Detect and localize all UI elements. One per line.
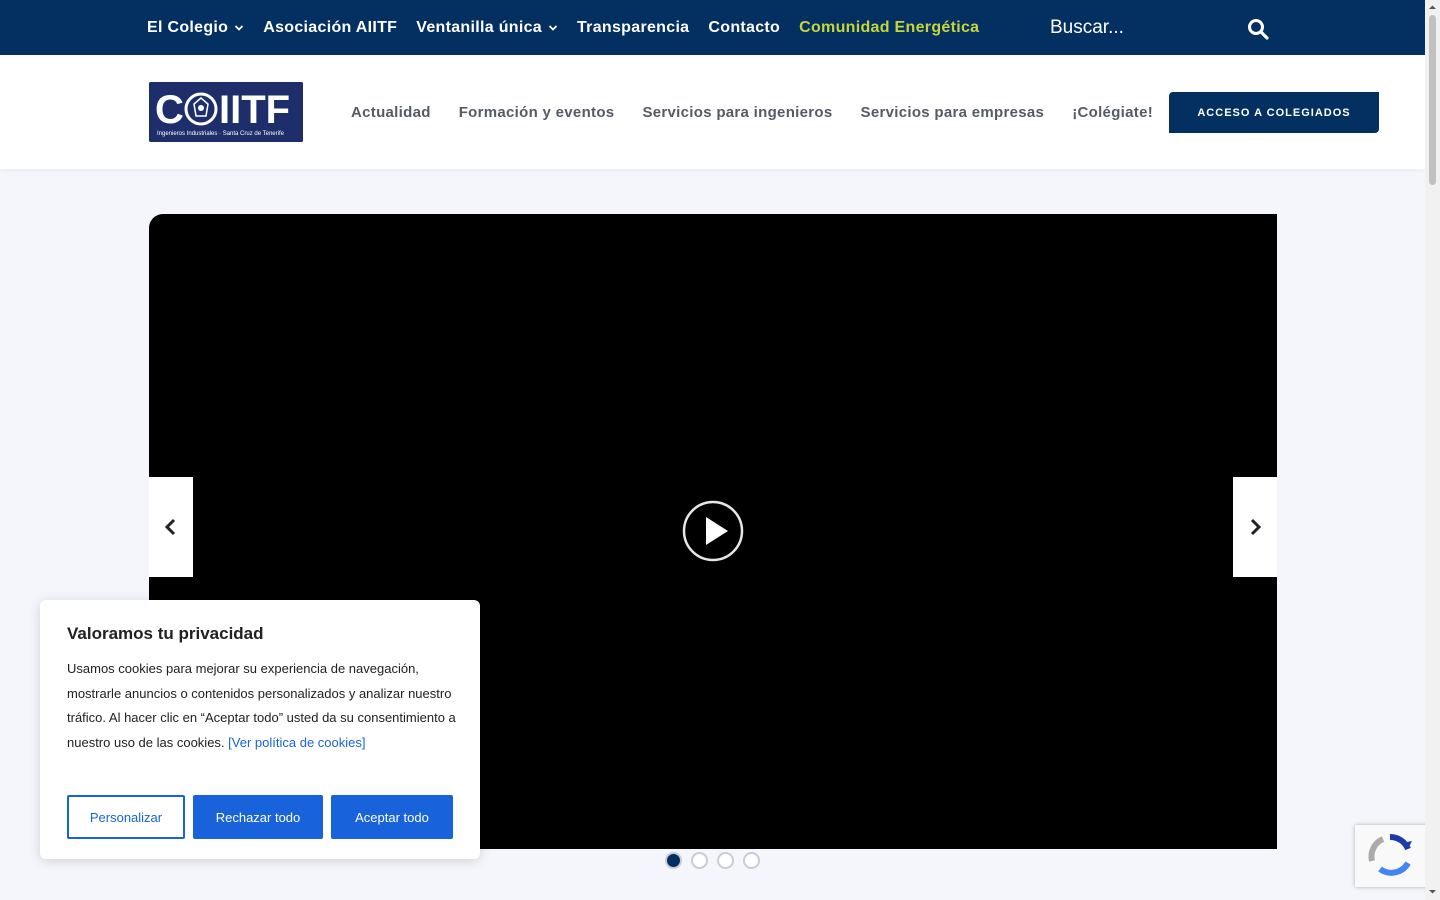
topnav-item-transparencia[interactable]: Transparencia: [577, 19, 689, 37]
recaptcha-icon: [1368, 834, 1412, 876]
mainnav-item-servicios-ingenieros[interactable]: Servicios para ingenieros: [642, 104, 832, 121]
mainnav-item-formacion[interactable]: Formación y eventos: [459, 104, 615, 121]
svg-text:Ingenieros Industriales · Sant: Ingenieros Industriales · Santa Cruz de …: [157, 131, 285, 137]
topnav-item-label: El Colegio: [147, 18, 229, 36]
search-input[interactable]: [1050, 16, 1230, 39]
mainnav-item-servicios-empresas[interactable]: Servicios para empresas: [861, 104, 1045, 121]
topnav-item-label: Contacto: [708, 18, 781, 36]
topnav-item-asociacion[interactable]: Asociación AIITF: [263, 19, 397, 37]
mainnav-item-colegiate[interactable]: ¡Colégiate!: [1072, 104, 1153, 121]
access-members-button[interactable]: ACCESO A COLEGIADOS: [1169, 92, 1379, 133]
slider-next-button[interactable]: [1233, 477, 1277, 577]
topnav-item-ventanilla[interactable]: Ventanilla única: [416, 19, 558, 37]
topnav-item-label: Ventanilla única: [416, 18, 542, 36]
customize-button[interactable]: Personalizar: [67, 795, 185, 839]
topnav-item-label: Transparencia: [576, 18, 690, 36]
chevron-down-icon: [548, 24, 558, 31]
site-logo[interactable]: C IITF Ingenieros Industriales · Santa C…: [149, 82, 303, 142]
mainnav-item-actualidad[interactable]: Actualidad: [351, 104, 431, 121]
slider-dot-4[interactable]: [743, 852, 760, 869]
chevron-right-icon: [1250, 518, 1262, 536]
cookie-title: Valoramos tu privacidad: [67, 624, 264, 643]
slider-dot-1[interactable]: [665, 852, 682, 869]
cookie-text: Usamos cookies para mejorar su experienc…: [67, 657, 457, 755]
topnav-item-comunidad-energetica[interactable]: Comunidad Energética: [799, 19, 979, 37]
slider-dot-3[interactable]: [717, 852, 734, 869]
page-scrollbar[interactable]: [1425, 0, 1440, 900]
topnav-item-el-colegio[interactable]: El Colegio: [147, 19, 244, 37]
scroll-down-icon[interactable]: [1428, 887, 1437, 896]
slider-prev-button[interactable]: [149, 477, 193, 577]
top-bar: El Colegio Asociación AIITF Ventanilla ú…: [0, 0, 1425, 55]
search-icon[interactable]: [1247, 18, 1269, 40]
play-icon[interactable]: [682, 500, 744, 562]
main-header: C IITF Ingenieros Industriales · Santa C…: [0, 55, 1425, 169]
svg-text:C: C: [155, 88, 184, 132]
slider-dot-2[interactable]: [691, 852, 708, 869]
accept-all-button[interactable]: Aceptar todo: [331, 795, 453, 839]
top-nav: El Colegio Asociación AIITF Ventanilla ú…: [147, 0, 998, 55]
topnav-item-label: Comunidad Energética: [799, 18, 980, 36]
reject-all-button[interactable]: Rechazar todo: [193, 795, 323, 839]
recaptcha-badge[interactable]: [1355, 825, 1430, 887]
scrollbar-thumb[interactable]: [1429, 15, 1436, 185]
chevron-left-icon: [164, 518, 176, 536]
svg-text:IITF: IITF: [219, 88, 290, 132]
cookie-policy-link[interactable]: [Ver política de cookies]: [228, 735, 365, 750]
scroll-up-icon[interactable]: [1428, 3, 1437, 12]
chevron-down-icon: [235, 24, 244, 31]
cookie-consent-panel: Valoramos tu privacidad Usamos cookies p…: [40, 600, 480, 859]
slider-pagination: [665, 852, 769, 869]
topnav-item-contacto[interactable]: Contacto: [708, 19, 780, 37]
main-nav: Actualidad Formación y eventos Servicios…: [351, 55, 1181, 169]
topnav-item-label: Asociación AIITF: [263, 18, 398, 36]
search-box: [1050, 0, 1280, 55]
